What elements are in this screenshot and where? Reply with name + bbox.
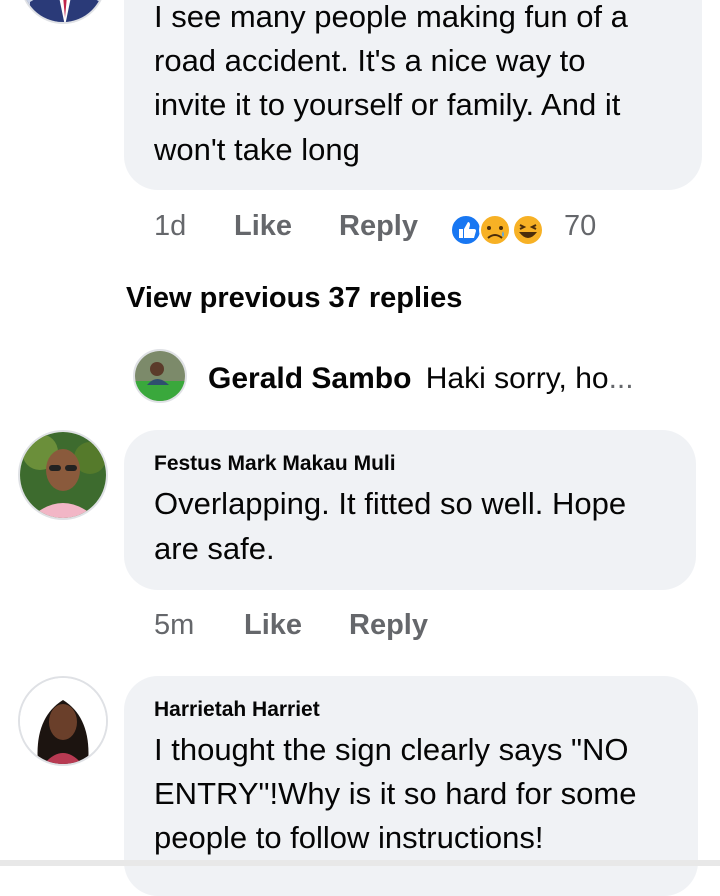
comment-text-line: are safe. [154,531,275,566]
comment-author[interactable]: Harrietah Harriet [154,698,320,722]
comment-text-line: won't take long [154,132,360,167]
sad-icon [479,214,511,246]
comment-time: 1d [154,210,187,242]
comment-text-line: road accident. It's a nice way to [154,43,586,78]
avatar-photo-icon [20,432,106,518]
reply-button[interactable]: Reply [349,609,428,642]
avatar-gerald-sambo[interactable] [133,349,187,403]
like-button[interactable]: Like [234,210,292,243]
comment-text-line: invite it to yourself or family. And it [154,87,621,122]
like-button[interactable]: Like [244,609,302,642]
view-previous-replies-link[interactable]: View previous 37 replies [126,282,462,315]
reply-preview-author: Gerald Sambo [208,362,412,395]
like-icon [450,214,482,246]
comment-text-line: I see many people making fun of a [154,0,628,34]
bottom-divider [0,860,720,866]
avatar-photo-icon [20,678,106,764]
reply-preview-ellipsis: ... [608,362,634,395]
reaction-count[interactable]: 70 [564,210,596,243]
avatar-festus[interactable] [18,430,108,520]
comment-text-line: Overlapping. It fitted so well. Hope [154,486,627,521]
reply-button[interactable]: Reply [339,210,418,243]
haha-icon [512,214,544,246]
avatar-suit-icon [22,0,104,22]
reaction-summary[interactable] [450,212,550,248]
comment-text-line: I thought the sign clearly says "NO [154,732,629,767]
reply-preview[interactable]: Gerald Sambo Haki sorry, ho... [208,362,634,396]
comment-text-line: ENTRY"!Why is it so hard for some [154,776,637,811]
reply-preview-snippet: Haki sorry, ho [425,362,609,395]
comment-author[interactable]: Festus Mark Makau Muli [154,452,396,476]
comment-text-line: people to follow instructions! [154,820,544,855]
avatar-photo-icon [135,351,185,401]
avatar-harrietah[interactable] [18,676,108,766]
avatar-top-commenter[interactable] [20,0,106,24]
comment-time: 5m [154,609,195,641]
